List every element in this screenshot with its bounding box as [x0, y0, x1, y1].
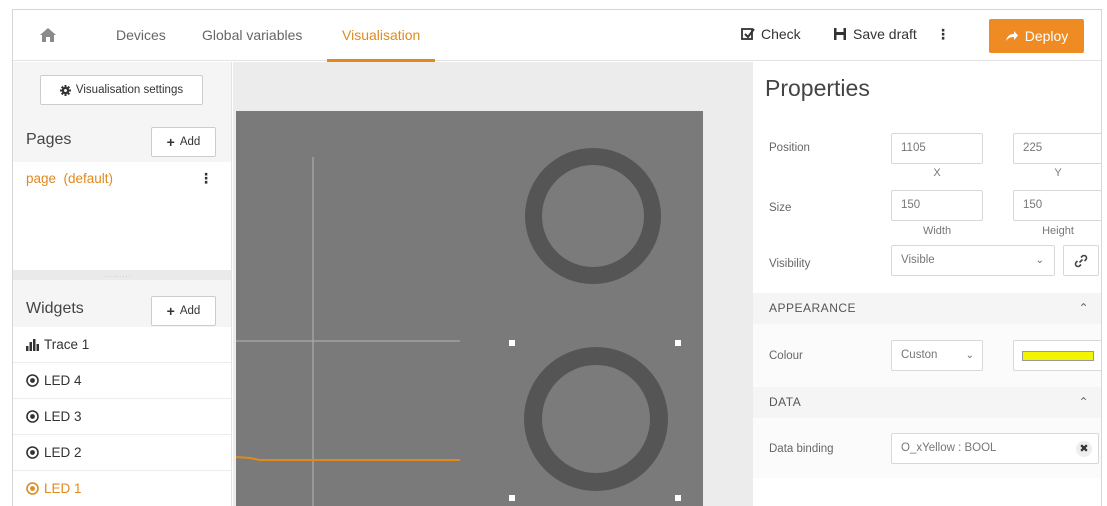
- save-icon: [834, 28, 846, 40]
- visibility-label: Visibility: [769, 258, 811, 270]
- page-item-default[interactable]: page (default) ⋮: [13, 162, 231, 195]
- visibility-select[interactable]: Visible ⌄: [891, 245, 1055, 276]
- width-input[interactable]: 150: [891, 190, 983, 221]
- height-caption: Height: [1042, 225, 1074, 237]
- page-item-label: page (default): [26, 171, 114, 186]
- properties-title: Properties: [765, 75, 870, 101]
- plus-icon: +: [166, 134, 175, 150]
- x-caption: X: [933, 167, 941, 179]
- pages-list: page (default) ⋮: [13, 162, 231, 270]
- chevron-down-icon: ⌄: [965, 350, 974, 361]
- width-caption: Width: [922, 225, 952, 237]
- resize-handle: [675, 340, 681, 346]
- led-widget-top[interactable]: [525, 148, 661, 284]
- widget-item-led-1[interactable]: LED 1: [13, 471, 231, 506]
- tab-visualisation[interactable]: Visualisation: [326, 10, 436, 62]
- size-label: Size: [769, 202, 792, 214]
- tab-devices[interactable]: Devices: [116, 10, 166, 61]
- canvas-drawing: [236, 148, 681, 506]
- appearance-section-header[interactable]: APPEARANCE ⌃: [753, 293, 1101, 324]
- top-bar: Devices Global variables Visualisation C…: [13, 10, 1101, 62]
- deploy-label: Deploy: [1024, 28, 1069, 44]
- led-icon: [26, 410, 39, 423]
- check-icon: [741, 28, 755, 40]
- tab-global-variables[interactable]: Global variables: [202, 10, 302, 61]
- led-widget-selected[interactable]: [509, 340, 681, 501]
- resize-handle: [509, 340, 515, 346]
- data-section-header[interactable]: DATA ⌃: [753, 387, 1101, 418]
- clear-icon[interactable]: ✖: [1076, 441, 1092, 457]
- chevron-down-icon: ⌄: [1035, 255, 1044, 266]
- add-widget-button[interactable]: + Add: [151, 296, 216, 326]
- app-frame: Devices Global variables Visualisation C…: [12, 9, 1102, 506]
- y-caption: Y: [1054, 167, 1062, 179]
- height-input[interactable]: 150: [1013, 190, 1101, 221]
- widgets-title: Widgets: [26, 300, 84, 317]
- position-label: Position: [769, 142, 810, 154]
- link-icon: [1074, 254, 1088, 267]
- data-header-label: DATA: [769, 395, 802, 409]
- colour-label: Colour: [769, 350, 803, 362]
- data-binding-value: O_xYellow : BOOL: [901, 442, 997, 454]
- position-x-input[interactable]: 1105: [891, 133, 983, 164]
- visualisation-settings-label: Visualisation settings: [75, 84, 184, 96]
- widget-label: LED 2: [44, 444, 82, 460]
- canvas-area: [233, 62, 753, 506]
- widget-list: Trace 1 LED 4 LED 3 LED 2 LED 1: [13, 327, 231, 506]
- widget-item-trace-1[interactable]: Trace 1: [13, 327, 231, 363]
- trace-line: [236, 456, 460, 461]
- add-widget-label: Add: [179, 305, 201, 317]
- widget-label: LED 1: [44, 480, 82, 496]
- resize-handle: [675, 495, 681, 501]
- resize-handle: [509, 495, 515, 501]
- data-binding-input[interactable]: O_xYellow : BOOL ✖: [891, 433, 1099, 464]
- led-icon: [26, 446, 39, 459]
- position-y-input[interactable]: 225: [1013, 133, 1101, 164]
- gear-icon: [59, 84, 71, 96]
- appearance-section-body: Colour Custon ⌄: [753, 324, 1101, 387]
- widget-item-led-2[interactable]: LED 2: [13, 435, 231, 471]
- led-icon: [26, 482, 39, 495]
- widget-item-led-4[interactable]: LED 4: [13, 363, 231, 399]
- panel-splitter[interactable]: .........: [13, 270, 231, 280]
- widget-item-led-3[interactable]: LED 3: [13, 399, 231, 435]
- colour-picker[interactable]: [1013, 340, 1101, 371]
- properties-panel: Properties Position 1105 225 X Y Size 15…: [753, 62, 1101, 506]
- check-button[interactable]: Check: [741, 26, 801, 42]
- widget-label: LED 4: [44, 372, 82, 388]
- chevron-up-icon: ⌃: [1078, 301, 1089, 315]
- colour-mode-value: Custon: [901, 349, 938, 361]
- more-menu-button[interactable]: ⋮: [936, 26, 950, 43]
- plus-icon: +: [166, 303, 175, 319]
- appearance-header-label: APPEARANCE: [769, 301, 857, 315]
- pages-title: Pages: [26, 131, 72, 148]
- deploy-button[interactable]: Deploy: [989, 19, 1084, 53]
- link-toggle-button[interactable]: [1063, 245, 1099, 276]
- left-panel: Visualisation settings Pages + Add page …: [13, 62, 232, 506]
- widget-label: LED 3: [44, 408, 82, 424]
- page-menu-button[interactable]: ⋮: [199, 162, 213, 195]
- colour-mode-select[interactable]: Custon ⌄: [891, 340, 983, 371]
- home-icon[interactable]: [38, 25, 58, 45]
- visualisation-settings-button[interactable]: Visualisation settings: [40, 75, 203, 105]
- visibility-value: Visible: [901, 254, 935, 266]
- data-section-body: Data binding O_xYellow : BOOL ✖: [753, 418, 1101, 478]
- add-page-label: Add: [179, 136, 201, 148]
- add-page-button[interactable]: + Add: [151, 127, 216, 157]
- widget-label: Trace 1: [44, 336, 90, 352]
- led-icon: [26, 374, 39, 387]
- bar-chart-icon: [26, 338, 39, 351]
- visualisation-canvas[interactable]: [236, 111, 703, 506]
- save-draft-button[interactable]: Save draft: [833, 26, 917, 42]
- save-draft-label: Save draft: [853, 26, 917, 42]
- share-arrow-icon: [1005, 31, 1018, 41]
- colour-swatch: [1022, 350, 1094, 361]
- check-label: Check: [761, 26, 801, 42]
- data-binding-label: Data binding: [769, 443, 834, 455]
- chevron-up-icon: ⌃: [1078, 395, 1089, 409]
